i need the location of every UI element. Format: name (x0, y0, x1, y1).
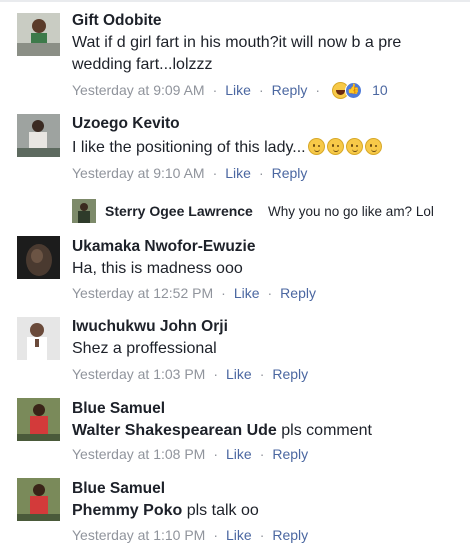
comment-meta: Yesterday at 1:08 PM · Like · Reply (72, 446, 308, 462)
reaction-count[interactable]: 10 (372, 82, 388, 98)
comment-text: I like the positioning of this lady... (72, 137, 382, 159)
reply-text: Why you no go like am? Lol (268, 204, 434, 219)
like-link[interactable]: Like (234, 285, 260, 301)
meta-separator: · (212, 82, 218, 98)
like-link[interactable]: Like (225, 82, 251, 98)
avatar[interactable] (17, 114, 60, 157)
mention-link[interactable]: Phemmy Poko (72, 502, 182, 519)
comment-timestamp[interactable]: Yesterday at 1:08 PM (72, 446, 205, 462)
comment-timestamp[interactable]: Yesterday at 1:10 PM (72, 527, 205, 543)
like-link[interactable]: Like (226, 527, 252, 543)
meta-separator: · (258, 82, 264, 98)
reply-author[interactable]: Sterry Ogee Lawrence (105, 203, 253, 219)
meta-separator: · (258, 165, 264, 181)
meta-separator: · (213, 366, 219, 382)
comment-meta: Yesterday at 1:03 PM · Like · Reply (72, 366, 308, 382)
comment-timestamp[interactable]: Yesterday at 9:10 AM (72, 165, 205, 181)
comment-text: Walter Shakespearean Ude pls comment (72, 420, 372, 442)
avatar[interactable] (17, 398, 60, 441)
comment-text-line-1: Wat if d girl fart in his mouth?it will … (72, 34, 402, 51)
meta-separator: · (213, 527, 219, 543)
mention-link[interactable]: Walter Shakespearean Ude (72, 422, 277, 439)
meta-separator: · (213, 446, 219, 462)
comment-author[interactable]: Iwuchukwu John Orji (72, 318, 228, 336)
meta-separator: · (267, 285, 273, 301)
comment-text-line-2: wedding fart...lolzzz (72, 56, 213, 73)
wink-emoji-icon (307, 138, 325, 155)
comment-author[interactable]: Gift Odobite (72, 12, 162, 30)
comment-author[interactable]: Ukamaka Nwofor-Ewuzie (72, 238, 255, 256)
reply-link[interactable]: Reply (272, 82, 308, 98)
comment-timestamp[interactable]: Yesterday at 9:09 AM (72, 82, 205, 98)
comment-author[interactable]: Uzoego Kevito (72, 115, 180, 133)
wink-emoji-icon (364, 138, 382, 155)
comment-timestamp[interactable]: Yesterday at 12:52 PM (72, 285, 213, 301)
comment-meta: Yesterday at 12:52 PM · Like · Reply (72, 285, 316, 301)
comment-text: Shez a proffessional (72, 340, 217, 357)
comment-text-content: pls talk oo (186, 502, 259, 519)
reactions[interactable]: 👍 (332, 82, 366, 99)
wink-emoji-icon (326, 138, 344, 155)
avatar[interactable] (17, 478, 60, 521)
comment-text: Ha, this is madness ooo (72, 260, 243, 277)
meta-separator: · (259, 446, 265, 462)
comment-timestamp[interactable]: Yesterday at 1:03 PM (72, 366, 205, 382)
comment-author[interactable]: Blue Samuel (72, 400, 165, 418)
meta-separator: · (315, 82, 321, 98)
top-divider (0, 0, 470, 2)
meta-separator: · (259, 366, 265, 382)
meta-separator: · (212, 165, 218, 181)
reply-link[interactable]: Reply (272, 527, 308, 543)
comment-text-content: pls comment (281, 422, 372, 439)
reply-link[interactable]: Reply (280, 285, 316, 301)
reply-link[interactable]: Reply (272, 446, 308, 462)
comment-text: Phemmy Poko pls talk oo (72, 500, 259, 522)
comment-meta: Yesterday at 9:10 AM · Like · Reply (72, 165, 307, 181)
like-link[interactable]: Like (226, 366, 252, 382)
avatar[interactable] (17, 317, 60, 360)
avatar[interactable] (72, 199, 96, 223)
meta-separator: · (259, 527, 265, 543)
comment-text-content: I like the positioning of this lady... (72, 139, 306, 156)
wink-emoji-icon (345, 138, 363, 155)
like-reaction-icon: 👍 (345, 82, 363, 99)
reply-link[interactable]: Reply (272, 366, 308, 382)
avatar[interactable] (17, 236, 60, 279)
reply-link[interactable]: Reply (272, 165, 308, 181)
avatar[interactable] (17, 13, 60, 56)
meta-separator: · (221, 285, 226, 301)
comment-meta: Yesterday at 1:10 PM · Like · Reply (72, 527, 308, 543)
comment-meta: Yesterday at 9:09 AM · Like · Reply · 👍 10 (72, 82, 388, 99)
like-link[interactable]: Like (225, 165, 251, 181)
comment-author[interactable]: Blue Samuel (72, 480, 165, 498)
like-link[interactable]: Like (226, 446, 252, 462)
